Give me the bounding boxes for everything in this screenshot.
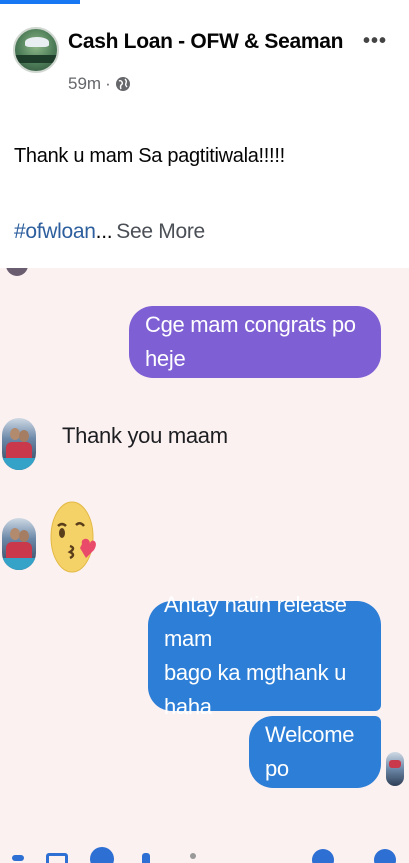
contact-avatar <box>2 518 36 570</box>
post-time[interactable]: 59m <box>68 74 101 94</box>
message-text-line: Antay natin release mam <box>164 592 347 651</box>
composer-toolbar <box>0 845 409 863</box>
post-meta: 59m · <box>68 74 131 94</box>
post-header: Cash Loan - OFW & Seaman 59m · ••• Thank… <box>0 0 409 268</box>
message-text: Welcome po <box>265 722 355 781</box>
message-text: Cge mam congrats po heje <box>145 312 356 371</box>
contact-avatar-partial <box>6 268 28 276</box>
microphone-icon[interactable] <box>142 853 150 863</box>
sent-message-bubble: Cge mam congrats po heje <box>129 306 381 378</box>
read-receipt-avatar <box>386 752 404 786</box>
logo-band <box>15 55 57 63</box>
contact-avatar <box>2 418 36 470</box>
received-message-text: Thank you maam <box>62 423 228 448</box>
sent-message-bubble: Welcome po <box>249 716 381 788</box>
gallery-icon[interactable] <box>46 853 68 863</box>
camera-icon[interactable] <box>90 847 114 863</box>
hashtag-link[interactable]: #ofwloan <box>14 220 96 243</box>
active-tab-indicator <box>0 0 80 4</box>
page-name[interactable]: Cash Loan - OFW & Seaman <box>68 30 343 54</box>
see-more-link[interactable]: See More <box>116 220 205 243</box>
message-text-line: bago ka mgthank u haha <box>164 660 347 719</box>
sent-message-bubble: Antay natin release mam bago ka mgthank … <box>148 592 381 719</box>
airplane-logo-icon <box>25 37 49 47</box>
text-ellipsis: ... <box>95 220 113 243</box>
menu-icon[interactable] <box>12 855 24 861</box>
meta-separator: · <box>105 74 111 93</box>
post-text: Thank u mam Sa pagtitiwala!!!!! <box>14 145 285 167</box>
kissing-face-heart-emoji-icon <box>50 501 96 573</box>
text-input-icon[interactable] <box>190 853 196 859</box>
chat-screenshot: Cge mam congrats po heje Thank you maam … <box>0 268 409 863</box>
emoji-icon[interactable] <box>312 849 334 863</box>
hashtag-line: #ofwloan... See More <box>14 220 205 244</box>
like-icon[interactable] <box>374 849 396 863</box>
globe-icon <box>115 77 130 91</box>
more-options-icon[interactable]: ••• <box>363 30 387 53</box>
page-avatar[interactable] <box>13 27 59 73</box>
